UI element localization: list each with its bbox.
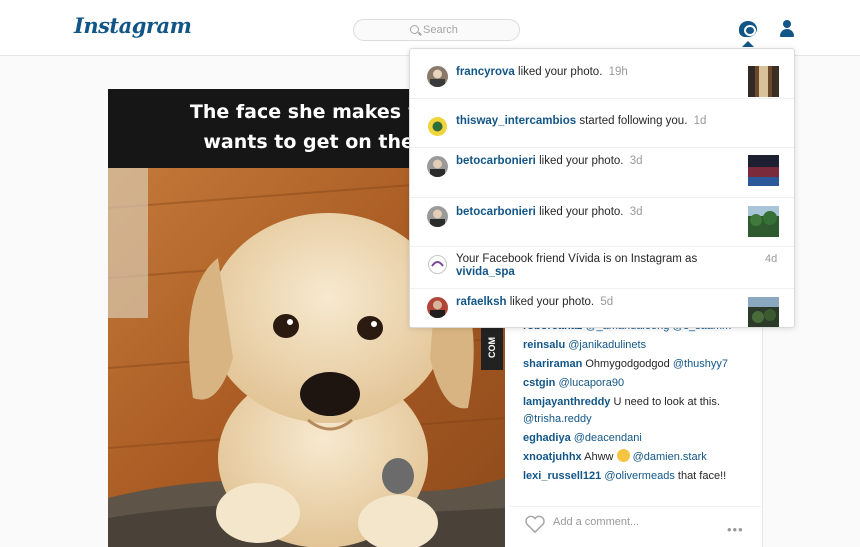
notification-photo-thumbnail[interactable] bbox=[748, 297, 779, 328]
comment-text: that face!! bbox=[677, 470, 727, 482]
comment-text[interactable]: @lucapora90 bbox=[558, 377, 624, 389]
notification-username[interactable]: vivida_spa bbox=[456, 266, 515, 278]
comment-text[interactable]: @janikadulinets bbox=[568, 339, 646, 351]
comment-username[interactable]: reinsalu bbox=[523, 339, 565, 351]
search-input[interactable]: Search bbox=[353, 19, 520, 41]
notification-message: liked your photo. bbox=[509, 296, 595, 308]
notification-time: 1d bbox=[693, 115, 707, 127]
notification-photo-thumbnail[interactable] bbox=[748, 155, 779, 186]
comment-username[interactable]: shariraman bbox=[523, 358, 582, 370]
notification-time: 3d bbox=[629, 206, 643, 218]
user-avatar[interactable] bbox=[427, 156, 448, 177]
notification-username[interactable]: francyrova bbox=[456, 66, 515, 78]
comment: cstgin @lucapora90 bbox=[523, 375, 753, 392]
notification-text: betocarbonieri liked your photo. 3d bbox=[456, 155, 642, 167]
activity-icon[interactable] bbox=[739, 21, 757, 37]
user-avatar[interactable] bbox=[427, 254, 448, 275]
notification-photo-thumbnail[interactable] bbox=[748, 66, 779, 97]
comment-mention[interactable]: @olivermeads bbox=[604, 470, 674, 482]
notification-item[interactable]: francyrova liked your photo. 19h bbox=[410, 49, 794, 99]
comment-text[interactable]: @deacendani bbox=[574, 432, 642, 444]
comments-list: roboreanaz @_amandaleong @s_saamm reinsa… bbox=[523, 318, 753, 487]
notification-photo-thumbnail[interactable] bbox=[748, 206, 779, 237]
notification-item[interactable]: betocarbonieri liked your photo. 3d bbox=[410, 198, 794, 247]
user-avatar[interactable] bbox=[427, 297, 448, 318]
comment-mention[interactable]: @trisha.reddy bbox=[523, 413, 592, 425]
smile-emoji-icon bbox=[616, 449, 630, 462]
comment-text: U need to look at this. bbox=[613, 396, 720, 408]
add-comment-input[interactable]: Add a comment... bbox=[553, 516, 639, 528]
instagram-logo[interactable]: Instagram bbox=[74, 13, 192, 38]
activity-active-indicator bbox=[742, 41, 754, 47]
notification-message: started following you. bbox=[579, 115, 688, 127]
profile-icon[interactable] bbox=[779, 20, 795, 38]
user-avatar[interactable] bbox=[427, 66, 448, 87]
notification-text: thisway_intercambios started following y… bbox=[456, 115, 706, 127]
notification-time: 5d bbox=[600, 296, 614, 308]
notification-time: 19h bbox=[608, 66, 628, 78]
notification-text: francyrova liked your photo. 19h bbox=[456, 66, 628, 78]
comment-mention[interactable]: @thushyy7 bbox=[673, 358, 728, 370]
notification-item[interactable]: Your Facebook friend Vívida is on Instag… bbox=[410, 247, 794, 289]
image-watermark: COM bbox=[481, 326, 503, 370]
comment-username[interactable]: xnoatjuhhx bbox=[523, 451, 582, 463]
search-icon bbox=[410, 25, 419, 34]
more-options-icon[interactable]: ••• bbox=[727, 522, 744, 537]
comment-text: Ohmygodgodgod bbox=[585, 358, 670, 370]
notification-text: Your Facebook friend Vívida is on Instag… bbox=[456, 253, 697, 279]
notification-item[interactable]: thisway_intercambios started following y… bbox=[410, 99, 794, 148]
search-placeholder: Search bbox=[423, 24, 458, 36]
notification-username[interactable]: betocarbonieri bbox=[456, 155, 536, 167]
notification-time: 4d bbox=[765, 253, 778, 265]
comment: shariraman Ohmygodgodgod @thushyy7 bbox=[523, 356, 753, 373]
notification-username[interactable]: betocarbonieri bbox=[456, 206, 536, 218]
notification-username[interactable]: rafaelksh bbox=[456, 296, 507, 308]
notification-text: betocarbonieri liked your photo. 3d bbox=[456, 206, 642, 218]
notification-item[interactable]: betocarbonieri liked your photo. 3d bbox=[410, 148, 794, 198]
comment-username[interactable]: cstgin bbox=[523, 377, 555, 389]
comment-username[interactable]: lamjayanthreddy bbox=[523, 396, 610, 408]
comment: eghadiya @deacendani bbox=[523, 430, 753, 447]
comment-username[interactable]: lexi_russell121 bbox=[523, 470, 601, 482]
notification-message: liked your photo. bbox=[518, 66, 603, 78]
notification-item[interactable]: rafaelksh liked your photo. 5d bbox=[410, 289, 794, 328]
notification-message: liked your photo. bbox=[539, 206, 624, 218]
comment-mention[interactable]: @damien.stark bbox=[633, 451, 707, 463]
notification-message: Your Facebook friend Vívida is on Instag… bbox=[456, 253, 698, 265]
user-avatar[interactable] bbox=[427, 116, 448, 137]
comment: lexi_russell121 @olivermeads that face!! bbox=[523, 468, 753, 485]
comment: lamjayanthreddy U need to look at this. @… bbox=[523, 394, 753, 428]
comment-text: Ahww bbox=[584, 451, 614, 463]
user-avatar[interactable] bbox=[427, 206, 448, 227]
notification-username[interactable]: thisway_intercambios bbox=[456, 115, 576, 127]
comment: reinsalu @janikadulinets bbox=[523, 337, 753, 354]
notification-text: rafaelksh liked your photo. 5d bbox=[456, 296, 613, 308]
activity-dropdown: francyrova liked your photo. 19h thisway… bbox=[409, 48, 795, 328]
comment: xnoatjuhhx Ahww @damien.stark bbox=[523, 449, 753, 466]
heart-icon[interactable] bbox=[524, 514, 546, 534]
comment-username[interactable]: eghadiya bbox=[523, 432, 571, 444]
notification-time: 3d bbox=[629, 155, 643, 167]
notification-message: liked your photo. bbox=[539, 155, 624, 167]
